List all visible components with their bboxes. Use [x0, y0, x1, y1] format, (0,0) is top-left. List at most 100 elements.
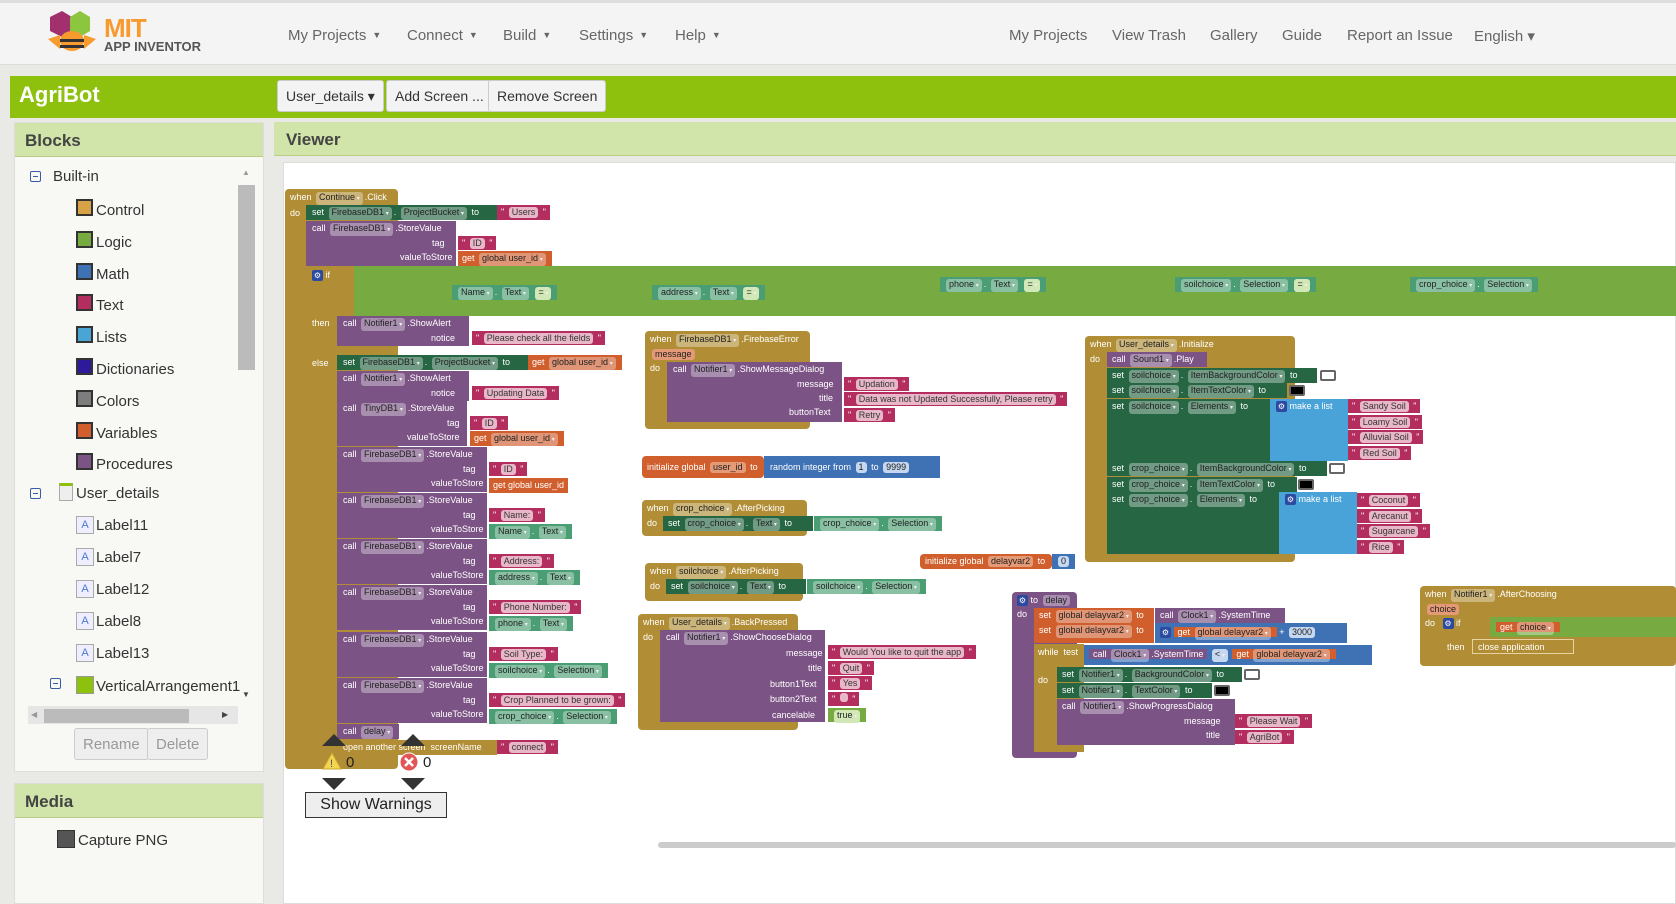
tree-builtin[interactable]: Built-in — [53, 168, 99, 185]
init-global-user-id[interactable]: initialize global user_id to — [642, 456, 764, 478]
text-yes[interactable]: " Yes " — [828, 676, 873, 690]
builtin-logic[interactable]: Logic — [76, 230, 132, 251]
phone-text-getter[interactable]: phone. Text = — [940, 277, 1047, 292]
text-id[interactable]: " ID " — [458, 236, 497, 250]
compare-block[interactable]: call Clock1.SystemTime < get global dela… — [1084, 645, 1372, 665]
set-projectbucket-block[interactable]: set FirebaseDB1. ProjectBucket to — [306, 205, 506, 220]
builtin-dictionaries[interactable]: Dictionaries — [76, 358, 174, 378]
text-please-wait[interactable]: " Please Wait " — [1235, 714, 1313, 728]
list-item-text[interactable]: " Sugarcane " — [1357, 524, 1430, 538]
app-inventor-logo[interactable]: MIT APP INVENTOR — [44, 9, 204, 59]
component-getter[interactable]: Name. Text — [489, 524, 572, 539]
close-application-block[interactable]: close application — [1472, 639, 1574, 654]
set-soil-textcolor[interactable]: set soilchoice. ItemTextColor to — [1107, 383, 1287, 398]
text-tag[interactable]: " Name: " — [489, 508, 545, 522]
tree-label11[interactable]: A Label11 — [76, 516, 148, 534]
call-sound-play[interactable]: call Sound1.Play — [1107, 352, 1207, 367]
text-retry[interactable]: " Retry " — [844, 408, 895, 422]
list-item-text[interactable]: " Rice " — [1357, 539, 1405, 554]
set-crop-choice-text[interactable]: set crop_choice. Text to — [663, 516, 813, 531]
number-zero[interactable]: 0 — [1052, 554, 1076, 569]
get-global-user-id[interactable]: get global user_id — [458, 251, 552, 266]
soilchoice-selection[interactable]: soilchoice. Selection — [807, 579, 926, 594]
delete-button[interactable]: Delete — [147, 728, 209, 760]
show-warnings-button[interactable]: Show Warnings — [305, 792, 447, 818]
get-global-user-id-tinydb[interactable]: get global user_id — [470, 431, 564, 446]
component-getter[interactable]: soilchoice. Selection — [489, 663, 608, 678]
collapse-builtin-icon[interactable] — [30, 171, 41, 182]
screen-selector-dropdown[interactable]: User_details ▾ — [277, 80, 384, 112]
text-quit[interactable]: " Quit " — [828, 661, 874, 675]
text-updating-data[interactable]: " Updating Data " — [472, 386, 559, 400]
call-showprogressdialog[interactable]: call Notifier1.ShowProgressDialogmessage… — [1057, 699, 1235, 745]
get-global-user-id-else[interactable]: get global user_id — [528, 355, 622, 370]
remove-screen-button[interactable]: Remove Screen — [488, 80, 607, 112]
call-firebase-storevalue[interactable]: call FirebaseDB1.StoreValuetagvalueToSto… — [337, 539, 487, 584]
builtin-math[interactable]: Math — [76, 262, 129, 283]
make-a-list-crops[interactable]: ⚙ make a list — [1279, 492, 1357, 554]
call-clock-systemtime[interactable]: call Clock1.SystemTime — [1155, 608, 1285, 623]
component-getter[interactable]: crop_choice. Selection — [489, 709, 617, 724]
list-item-text[interactable]: " Loamy Soil " — [1348, 414, 1422, 429]
random-integer-block[interactable]: random integer from 1 to 9999 — [764, 456, 940, 478]
logic-true[interactable]: true — [828, 708, 867, 723]
builtin-procedures[interactable]: Procedures — [76, 453, 173, 473]
set-soilchoice-text[interactable]: set soilchoice. Text to — [666, 579, 806, 594]
scroll-down-icon[interactable]: ▼ — [242, 690, 250, 699]
builtin-lists[interactable]: Lists — [76, 326, 127, 346]
set-soil-bgcolor[interactable]: set soilchoice. ItemBackgroundColor to — [1107, 368, 1317, 383]
set-crop-bgcolor[interactable]: set crop_choice. ItemBackgroundColor to — [1107, 461, 1327, 476]
menu-my-projects[interactable]: My Projects ▼ — [288, 27, 381, 44]
set-crop-elements[interactable]: set crop_choice. Elements to — [1107, 492, 1279, 554]
call-storevalue-1[interactable]: call FirebaseDB1.StoreValuetagvalueToSto… — [306, 221, 456, 266]
text-users[interactable]: " Users " — [497, 205, 550, 220]
call-showalert-then[interactable]: call Notifier1.ShowAlertnotice — [337, 316, 469, 346]
workspace-horizontal-scrollbar[interactable] — [658, 842, 1676, 848]
menu-settings[interactable]: Settings ▼ — [579, 27, 648, 44]
call-firebase-storevalue[interactable]: call FirebaseDB1.StoreValuetagvalueToSto… — [337, 447, 487, 492]
text-quit-message[interactable]: " Would You like to quit the app " — [828, 645, 976, 659]
list-item-text[interactable]: " Alluvial Soil " — [1348, 430, 1424, 444]
set-projectbucket-else[interactable]: set FirebaseDB1. ProjectBucket to — [337, 355, 537, 370]
text-tag[interactable]: " Address: " — [489, 554, 554, 568]
language-selector[interactable]: English ▾ — [1474, 27, 1535, 45]
tree-vertical-arrangement[interactable]: VerticalArrangement1 — [76, 676, 240, 695]
soilchoice-selection-getter[interactable]: soilchoice. Selection = — [1175, 277, 1317, 292]
call-firebase-storevalue[interactable]: call FirebaseDB1.StoreValuetagvalueToSto… — [337, 678, 487, 723]
tree-label13[interactable]: A Label13 — [76, 644, 149, 662]
get-global-user-id[interactable]: get global user_id — [489, 478, 569, 493]
error-next-arrow-icon[interactable] — [401, 778, 425, 790]
collapse-arrangement-icon[interactable] — [50, 678, 61, 689]
text-please-check[interactable]: " Please check all the fields " — [472, 331, 605, 345]
text-tag[interactable]: " Phone Number: " — [489, 600, 582, 614]
tree-label12[interactable]: A Label12 — [76, 580, 149, 598]
menu-build[interactable]: Build ▼ — [503, 27, 551, 44]
error-prev-arrow-icon[interactable] — [401, 734, 425, 746]
set-notifier-bgcolor[interactable]: set Notifier1. BackgroundColor to — [1057, 667, 1242, 682]
builtin-variables[interactable]: Variables — [76, 421, 157, 442]
list-item-text[interactable]: " Arecanut " — [1357, 508, 1423, 523]
text-id-tinydb[interactable]: " ID " — [470, 416, 509, 430]
address-text-getter[interactable]: address. Text = — [652, 285, 766, 300]
menu-connect[interactable]: Connect ▼ — [407, 27, 478, 44]
list-item-text[interactable]: " Coconut " — [1357, 493, 1420, 507]
crop-choice-selection[interactable]: crop_choice. Selection — [814, 516, 942, 531]
text-tag[interactable]: " Soil Type: " — [489, 647, 558, 661]
call-showmessagedialog[interactable]: call Notifier1.ShowMessageDialogmessaget… — [667, 362, 842, 422]
text-connect[interactable]: " connect " — [497, 740, 558, 754]
text-empty[interactable]: " " — [828, 692, 860, 706]
call-showalert-else[interactable]: call Notifier1.ShowAlertnotice — [337, 371, 469, 401]
call-firebase-storevalue[interactable]: call FirebaseDB1.StoreValuetagvalueToSto… — [337, 585, 487, 630]
call-firebase-storevalue[interactable]: call FirebaseDB1.StoreValuetagvalueToSto… — [337, 493, 487, 538]
link-gallery[interactable]: Gallery — [1210, 27, 1258, 44]
builtin-control[interactable]: Control — [76, 199, 144, 219]
link-view-trash[interactable]: View Trash — [1112, 27, 1186, 44]
set-notifier-textcolor[interactable]: set Notifier1. TextColor to — [1057, 683, 1212, 698]
link-guide[interactable]: Guide — [1282, 27, 1322, 44]
builtin-colors[interactable]: Colors — [76, 389, 139, 410]
tree-screen-user-details[interactable]: User_details — [59, 483, 159, 502]
tree-label7[interactable]: A Label7 — [76, 548, 141, 566]
color-black-swatch[interactable] — [1214, 685, 1230, 696]
list-item-text[interactable]: " Red Soil " — [1348, 445, 1412, 460]
link-report-issue[interactable]: Report an Issue — [1347, 27, 1453, 44]
